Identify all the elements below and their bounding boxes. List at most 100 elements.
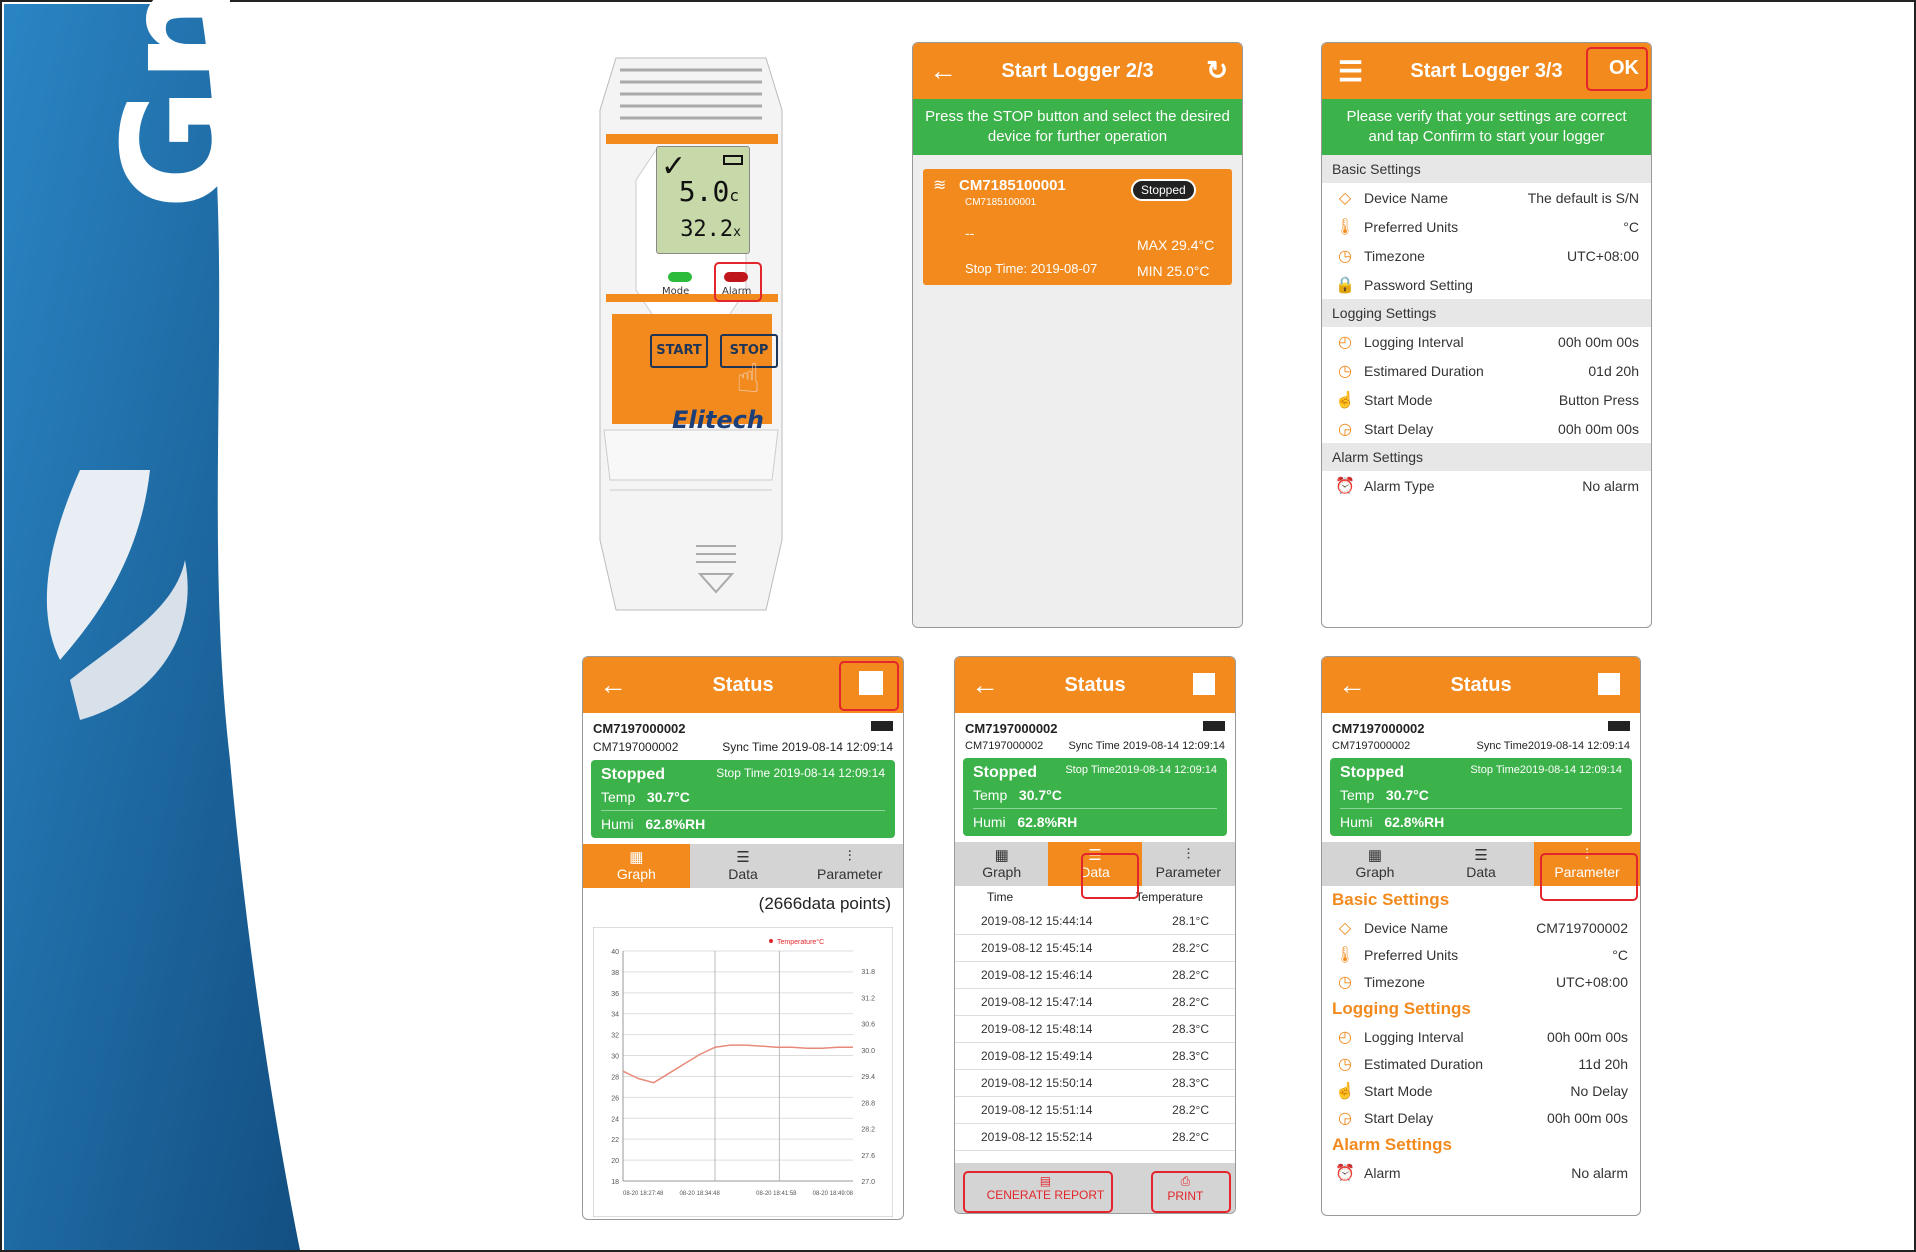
temperature-chart: 40 38 36 34 32 30 28 26 24 22 20 18 31.8 31.2 30.6 30.0… (593, 927, 893, 1217)
tab-graph[interactable]: ▦ Graph (1322, 842, 1428, 886)
setting-row[interactable]: 🔒 Password Setting (1322, 270, 1651, 299)
setting-row[interactable]: ◶ Start Delay 00h 00m 00s (1322, 414, 1651, 443)
print-highlight (1151, 1171, 1231, 1213)
start-button[interactable]: START (650, 334, 708, 368)
setting-row[interactable]: ◴ Logging Interval 00h 00m 00s (1322, 327, 1651, 356)
instruction: Press the STOP button and select the des… (913, 99, 1242, 155)
header: ← Start Logger 2/3 ↻ (913, 43, 1242, 99)
database-icon: ☰ (1474, 847, 1488, 864)
setting-label: Start Delay (1364, 1109, 1434, 1126)
setting-label: Preferred Units (1364, 218, 1459, 235)
tab-graph[interactable]: ▦ Graph (583, 844, 690, 888)
setting-row[interactable]: 🌡 Preferred Units °C (1322, 941, 1640, 968)
setting-row[interactable]: ◷ Estimated Duration 11d 20h (1322, 1050, 1640, 1077)
y-tick-label: 32 (611, 1033, 619, 1040)
battery-icon (871, 721, 893, 731)
setting-label: Device Name (1364, 189, 1449, 206)
delay-icon: ◶ (1338, 1109, 1352, 1127)
tab-data[interactable]: ☰ Data (690, 844, 797, 888)
y-tick-label: 40 (611, 949, 619, 956)
y2-tick-label: 28.2 (861, 1127, 875, 1134)
back-arrow-icon[interactable]: ← (929, 55, 957, 87)
min-value: MIN 25.0°C (1137, 263, 1210, 279)
setting-value: No alarm (1582, 477, 1639, 494)
y2-tick-label: 27.6 (861, 1153, 875, 1160)
setting-row[interactable]: ◇ Device Name CM719700002 (1322, 914, 1640, 941)
thermometer-icon: 🌡 (1334, 218, 1356, 236)
status-box: Stopped Stop Time 2019-08-14 12:09:14 Tem… (591, 760, 895, 838)
tab-parameter[interactable]: ⫶ Parameter (1142, 842, 1235, 886)
x-tick-label: 08-20 18:41:58 (756, 1191, 797, 1197)
page-title: Status (1450, 673, 1512, 696)
logging-settings-header: Logging Settings (1322, 299, 1651, 327)
refresh-icon[interactable]: ↻ (1206, 55, 1228, 86)
start-logger-3-panel: ☰ Start Logger 3/3 OK Please verify that… (1321, 42, 1652, 628)
setting-row[interactable]: ◷ Estimared Duration 01d 20h (1322, 356, 1651, 385)
setting-value: Button Press (1558, 391, 1639, 408)
sync-time: Sync Time 2019-08-14 12:09:14 (722, 740, 893, 754)
back-arrow-icon[interactable]: ← (599, 669, 627, 701)
row-temp: 28.1°C (1172, 914, 1209, 928)
y2-tick-label: 31.2 (861, 995, 875, 1002)
back-arrow-icon[interactable]: ← (1338, 669, 1366, 701)
setting-label: Start Mode (1364, 1082, 1433, 1099)
row-temp: 28.2°C (1172, 968, 1209, 982)
setting-value: 00h 00m 00s (1547, 1028, 1628, 1045)
table-row: 2019-08-12 15:50:14 28.3°C (955, 1070, 1235, 1097)
setting-row[interactable]: ◴ Logging Interval 00h 00m 00s (1322, 1023, 1640, 1050)
device-card[interactable]: ≋ CM7185100001 CM7185100001 Stopped -- M… (923, 169, 1232, 285)
back-arrow-icon[interactable]: ← (971, 669, 999, 701)
stop-time: Stop Time2019-08-14 12:09:14 (1470, 764, 1622, 776)
battery-icon (723, 155, 743, 165)
setting-label: Estimared Duration (1364, 362, 1484, 379)
timer-icon: ◴ (1338, 333, 1352, 351)
tab-graph[interactable]: ▦ Graph (955, 842, 1048, 886)
table-row: 2019-08-12 15:49:14 28.3°C (955, 1043, 1235, 1070)
mode-led[interactable] (668, 272, 692, 282)
setting-row[interactable]: 🌡 Preferred Units °C (1322, 212, 1651, 241)
setting-row[interactable]: ◷ Timezone UTC+08:00 (1322, 241, 1651, 270)
data-tab-highlight (1081, 853, 1139, 899)
alarm-icon: ⏰ (1335, 1164, 1355, 1182)
legend-label: Temperature°C (777, 938, 824, 946)
tab-parameter[interactable]: ⫶ Parameter (796, 844, 903, 888)
tab-data[interactable]: ☰ Data (1428, 842, 1534, 886)
setting-row[interactable]: ☝ Start Mode No Delay (1322, 1077, 1640, 1104)
row-time: 2019-08-12 15:46:14 (981, 968, 1093, 982)
setting-value: No Delay (1570, 1082, 1628, 1099)
row-temp: 28.2°C (1172, 1103, 1209, 1117)
table-row: 2019-08-12 15:51:14 28.2°C (955, 1097, 1235, 1124)
col-temp: Temperature (1135, 890, 1203, 904)
setting-row[interactable]: ◶ Start Delay 00h 00m 00s (1322, 1104, 1640, 1131)
sliders-icon: ⫶ (847, 848, 852, 865)
setting-row[interactable]: ◇ Device Name The default is S/N (1322, 183, 1651, 212)
row-time: 2019-08-12 15:48:14 (981, 1022, 1093, 1036)
graph-icon: ▦ (629, 849, 644, 866)
row-time: 2019-08-12 15:44:14 (981, 914, 1093, 928)
device-sub: CM7197000002 (965, 740, 1044, 752)
setting-row[interactable]: ⏰ Alarm Type No alarm (1322, 471, 1651, 500)
setting-row[interactable]: ☝ Start Mode Button Press (1322, 385, 1651, 414)
page-title: Status (1064, 673, 1126, 696)
humi-label: Humi (973, 814, 1006, 830)
humi-label: Humi (1340, 814, 1373, 830)
stop-square-icon[interactable] (1193, 673, 1215, 695)
setting-label: Password Setting (1364, 276, 1473, 293)
setting-label: Logging Interval (1364, 1028, 1464, 1045)
stop-square-icon[interactable] (1598, 673, 1620, 695)
setting-row[interactable]: ⏰ Alarm No alarm (1322, 1159, 1640, 1186)
database-icon: ☰ (736, 849, 750, 866)
start-logger-2-panel: ← Start Logger 2/3 ↻ Press the STOP butt… (912, 42, 1243, 628)
setting-row[interactable]: ◷ Timezone UTC+08:00 (1322, 968, 1640, 995)
device-sub: CM7197000002 (593, 740, 679, 754)
alarm-highlight (714, 262, 762, 302)
menu-icon[interactable]: ☰ (1338, 55, 1363, 88)
humi-label: Humi (601, 816, 634, 832)
tag-icon: ◇ (1338, 919, 1352, 937)
setting-value: 11d 20h (1578, 1055, 1628, 1072)
setting-value: °C (1623, 218, 1639, 235)
stop-time: Stop Time2019-08-14 12:09:14 (1065, 764, 1217, 776)
alarm-settings-header: Alarm Settings (1322, 443, 1651, 471)
page-title: Start Logger 3/3 (1410, 59, 1563, 82)
setting-label: Timezone (1364, 973, 1425, 990)
